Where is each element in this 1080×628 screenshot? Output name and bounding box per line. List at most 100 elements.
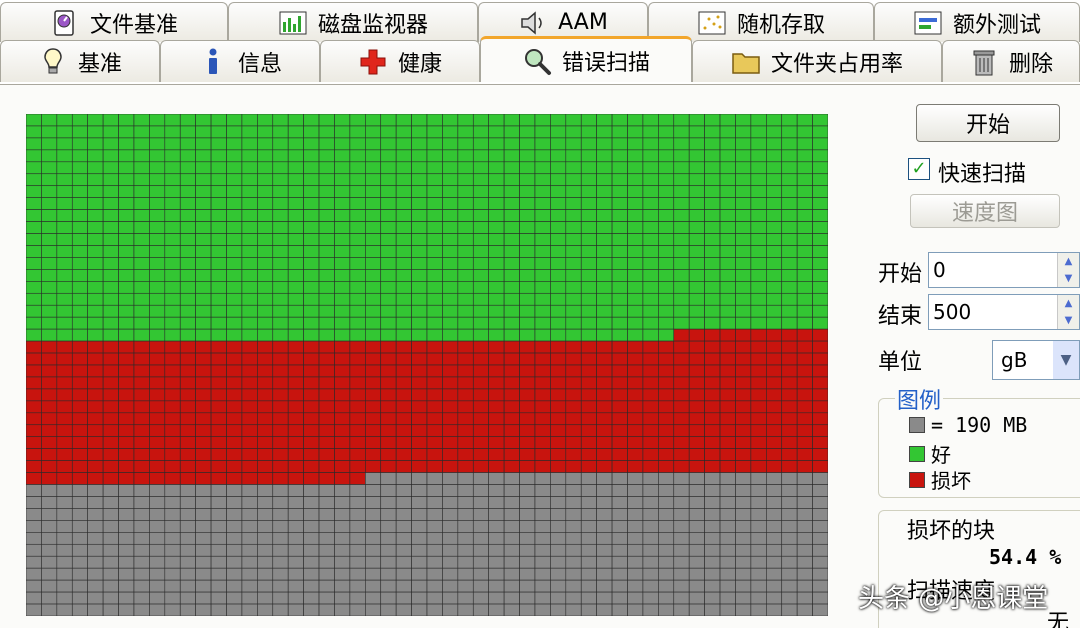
spinner-icon[interactable]: ▲ ▼ [1057, 253, 1079, 287]
unscanned-block [149, 603, 166, 616]
unscanned-block [580, 591, 597, 605]
tab-magnifier[interactable]: 错误扫描 [480, 36, 692, 82]
good-block [611, 137, 628, 151]
tab-lightbulb[interactable]: 基准 [0, 40, 160, 82]
unscanned-block [550, 532, 567, 545]
unscanned-block [766, 591, 783, 605]
good-block [241, 114, 258, 127]
good-block [781, 173, 798, 187]
unscanned-block [380, 543, 397, 557]
good-block [596, 114, 613, 127]
good-block [257, 269, 274, 282]
unscanned-block [41, 555, 58, 569]
good-block [303, 125, 320, 139]
unscanned-block [395, 567, 412, 581]
good-block [56, 316, 73, 330]
damaged-block [272, 340, 289, 354]
good-block [550, 125, 567, 139]
unscanned-block [133, 496, 150, 509]
speed-map-button[interactable]: 速度图 [910, 194, 1060, 228]
spinner-icon[interactable]: ▲ ▼ [1057, 295, 1079, 329]
tab-trash[interactable]: 删除 [942, 40, 1080, 82]
good-block [688, 173, 705, 187]
unscanned-block [812, 496, 828, 509]
unscanned-block [226, 603, 243, 616]
damaged-block [257, 388, 274, 402]
quick-scan-checkbox[interactable]: ✓ [908, 158, 930, 180]
unscanned-block [580, 484, 597, 497]
tab-folder[interactable]: 文件夹占用率 [692, 40, 942, 82]
good-block [426, 114, 443, 127]
damaged-block [426, 388, 443, 402]
unscanned-block [627, 520, 644, 533]
damaged-block [704, 376, 721, 390]
good-block [488, 137, 505, 151]
good-block [71, 328, 88, 342]
damaged-block [334, 400, 351, 414]
unscanned-block [766, 496, 783, 509]
unscanned-block [334, 579, 351, 593]
damaged-block [658, 352, 675, 366]
damaged-block [395, 340, 412, 354]
tab-file-benchmark[interactable]: 文件基准 [0, 2, 228, 42]
damaged-block [272, 412, 289, 426]
start-position-input[interactable]: 0 ▲ ▼ [928, 252, 1080, 288]
damaged-block [719, 340, 736, 354]
unscanned-block [658, 603, 675, 616]
unit-select[interactable]: gB ▼ [992, 340, 1080, 380]
good-block [550, 197, 567, 210]
unscanned-block [766, 543, 783, 557]
good-block [149, 125, 166, 139]
good-block [334, 161, 351, 175]
good-block [735, 221, 752, 234]
end-position-input[interactable]: 500 ▲ ▼ [928, 294, 1080, 330]
damaged-block [210, 352, 227, 366]
unscanned-block [26, 484, 42, 497]
good-block [457, 114, 474, 127]
tab-info[interactable]: 信息 [160, 40, 320, 82]
good-block [704, 209, 721, 222]
good-block [226, 257, 243, 270]
tab-disk-monitor[interactable]: 磁盘监视器 [228, 2, 478, 42]
good-block [688, 209, 705, 222]
good-block [457, 316, 474, 330]
good-block [365, 328, 382, 342]
damaged-block [704, 412, 721, 426]
good-block [149, 149, 166, 163]
unscanned-block [750, 555, 767, 569]
unscanned-block [688, 520, 705, 533]
good-block [241, 149, 258, 163]
tab-extra-tests[interactable]: 额外测试 [874, 2, 1080, 42]
good-block [26, 197, 42, 210]
good-block [503, 137, 520, 151]
good-block [71, 221, 88, 234]
good-block [365, 125, 382, 139]
chevron-down-icon[interactable]: ▼ [1053, 341, 1079, 379]
good-block [334, 245, 351, 258]
good-block [704, 197, 721, 210]
unscanned-block [287, 555, 304, 569]
good-block [133, 316, 150, 330]
good-block [565, 161, 582, 175]
damaged-block [426, 448, 443, 461]
good-block [133, 304, 150, 318]
unscanned-block [580, 579, 597, 593]
start-button[interactable]: 开始 [916, 104, 1060, 142]
good-block [488, 304, 505, 318]
damaged-block [457, 352, 474, 366]
damaged-block [503, 400, 520, 414]
good-block [318, 233, 335, 246]
good-block [257, 281, 274, 294]
unscanned-block [241, 555, 258, 569]
good-block [334, 304, 351, 318]
good-block [303, 292, 320, 306]
unscanned-block [272, 484, 289, 497]
damaged-block [550, 400, 567, 414]
tab-health-cross[interactable]: 健康 [320, 40, 480, 82]
good-block [349, 281, 366, 294]
good-block [380, 304, 397, 318]
good-block [164, 137, 181, 151]
damaged-block [627, 340, 644, 354]
good-block [56, 269, 73, 282]
unscanned-block [226, 555, 243, 569]
